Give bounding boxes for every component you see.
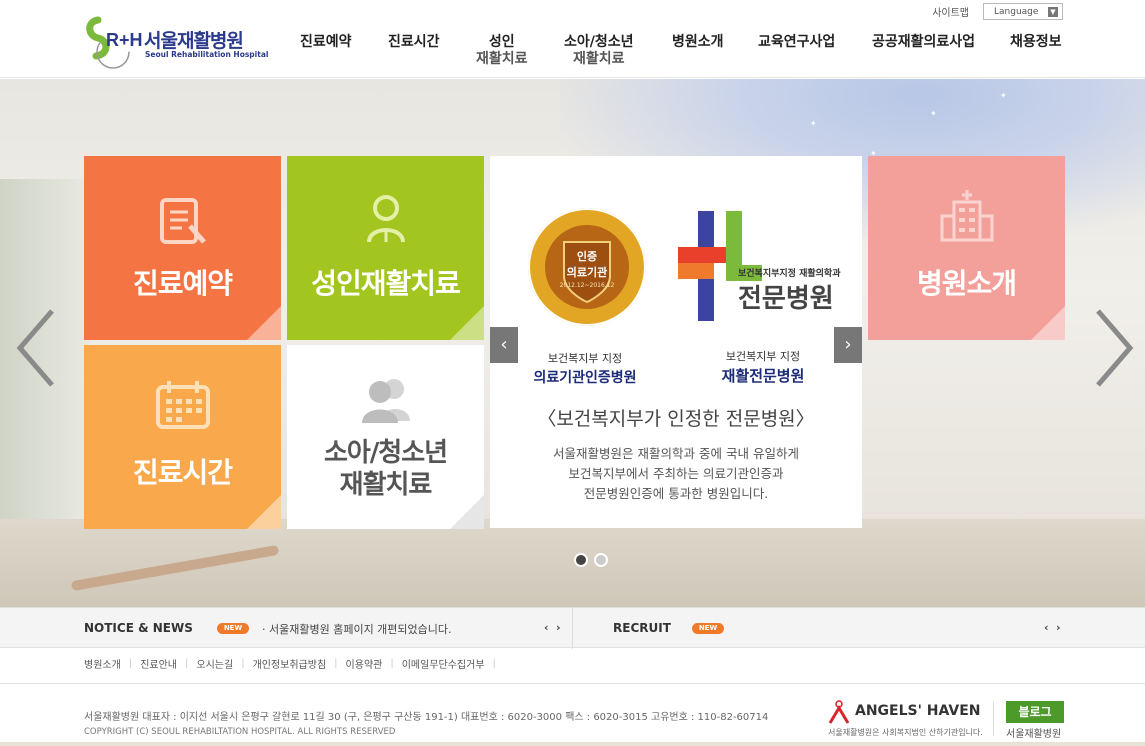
people-icon xyxy=(361,379,410,423)
tile-adult-rehab-label: 성인재활치료 xyxy=(311,267,461,300)
recruit-new-badge: NEW xyxy=(692,623,724,634)
svg-text:R+H: R+H xyxy=(106,30,142,50)
next-slide-icon[interactable] xyxy=(1094,309,1134,387)
nav-reservation[interactable]: 진료예약 xyxy=(300,34,352,51)
banner-prev-button[interactable]: ‹ xyxy=(490,327,518,363)
banner-headline: 〈보건복지부가 인정한 전문병원〉 xyxy=(537,408,815,430)
footer-link-directions[interactable]: 오시는길 xyxy=(188,656,241,671)
main-navigation: 진료예약 진료시간 성인 재활치료 소아/청소년 재활치료 병원소개 교육연구사업 … xyxy=(290,34,1070,74)
blog-button[interactable]: 블로그 xyxy=(1006,701,1064,723)
angels-haven-name: ANGELS' HAVEN xyxy=(855,703,981,719)
chevron-down-icon: ▼ xyxy=(1048,6,1058,17)
tile-reservation[interactable]: 진료예약 xyxy=(84,156,281,340)
utility-menu: 사이트맵 Language ▼ xyxy=(932,3,1063,20)
nav-public-medical[interactable]: 공공재활의료사업 xyxy=(872,34,975,51)
notice-new-badge: NEW xyxy=(217,623,249,634)
language-select[interactable]: Language ▼ xyxy=(983,3,1063,20)
prev-slide-icon[interactable] xyxy=(16,309,56,387)
tile-child-rehab[interactable]: 소아/청소년 재활치료 xyxy=(287,345,484,529)
person-icon xyxy=(366,195,405,243)
recruit-title[interactable]: RECRUIT xyxy=(613,621,671,635)
chevron-right-icon: › xyxy=(844,334,852,355)
star-decoration-icon: ✦ xyxy=(1000,91,1007,100)
right-caption: 보건복지부 지정 xyxy=(725,350,801,363)
recruit-prev-icon[interactable]: ‹ xyxy=(1044,621,1049,634)
star-decoration-icon: ✦ xyxy=(930,109,937,118)
star-decoration-icon: ✦ xyxy=(810,119,817,128)
angel-icon xyxy=(828,700,850,724)
nav-child-rehab[interactable]: 소아/청소년 재활치료 xyxy=(564,34,634,68)
badge-sub-label: 의료기관 xyxy=(566,266,608,279)
slide-indicators xyxy=(574,553,608,567)
tile-adult-rehab[interactable]: 성인재활치료 xyxy=(287,156,484,340)
logo-korean-name: 서울재활병원 xyxy=(144,30,244,52)
footer-link-guide[interactable]: 진료안내 xyxy=(132,656,185,671)
tile-hours-label: 진료시간 xyxy=(132,456,233,489)
footer-links: 병원소개 | 진료안내 | 오시는길 | 개인정보취급방침 | 이용약관 | 이메일무단수… xyxy=(84,656,496,671)
left-caption-bold: 의료기관인증병원 xyxy=(533,370,637,386)
nav-about[interactable]: 병원소개 xyxy=(672,34,724,51)
angels-haven-logo[interactable]: ANGELS' HAVEN 서울재활병원은 사회복지법인 산하기관입니다. xyxy=(828,700,988,740)
badge-label: 인증 xyxy=(576,250,598,263)
footer-info: 서울재활병원 대표자 : 이지선 서울시 은평구 갈현로 11길 30 (구, … xyxy=(84,712,769,723)
tile-about-label: 병원소개 xyxy=(916,267,1017,300)
logo-english-name: Seoul Rehabilitation Hospital xyxy=(145,50,269,59)
footer-link-email-refusal[interactable]: 이메일무단수집거부 xyxy=(394,656,493,671)
hospital-logo[interactable]: R+H 서울재활병원 Seoul Rehabilitation Hospital xyxy=(84,12,268,70)
calendar-icon xyxy=(155,381,210,429)
tile-hours[interactable]: 진료시간 xyxy=(84,345,281,529)
nav-education[interactable]: 교육연구사업 xyxy=(758,34,835,51)
notice-next-icon[interactable]: › xyxy=(556,621,561,634)
angels-haven-sub: 서울재활병원은 사회복지법인 산하기관입니다. xyxy=(828,728,983,737)
certification-banner: 인증 의료기관 2012.12~2016.12 보건복지부지정 재활의학과 전문… xyxy=(490,156,862,528)
recruit-next-icon[interactable]: › xyxy=(1056,621,1061,634)
tile-child-rehab-label: 소아/청소년 재활치료 xyxy=(323,438,448,500)
chevron-left-icon: ‹ xyxy=(500,334,508,355)
footer-link-terms[interactable]: 이용약관 xyxy=(338,656,391,671)
language-label: Language xyxy=(994,6,1039,17)
nav-adult-rehab[interactable]: 성인 재활치료 xyxy=(476,34,528,68)
news-bar: NOTICE & NEWS NEW · 서울재활병원 홈페이지 개편되었습니다.… xyxy=(0,607,1145,649)
footer-copyright: COPYRIGHT (C) SEOUL REHABILTATION HOSPIT… xyxy=(84,727,396,737)
notice-prev-icon[interactable]: ‹ xyxy=(544,621,549,634)
blog-sub-label: 서울재활병원 xyxy=(1006,729,1062,740)
nav-hours[interactable]: 진료시간 xyxy=(388,34,440,51)
sitemap-link[interactable]: 사이트맵 xyxy=(932,4,969,19)
banner-description: 서울재활병원은 재활의학과 중에 국내 유일하게 보건복지부에서 주최하는 의료… xyxy=(553,446,799,501)
logo-mark-icon: R+H xyxy=(86,16,142,69)
site-header: R+H 서울재활병원 Seoul Rehabilitation Hospital… xyxy=(0,0,1145,78)
specialist-big-label: 전문병원 xyxy=(738,284,834,314)
clipboard-icon xyxy=(159,198,206,244)
tile-about[interactable]: 병원소개 xyxy=(868,156,1065,340)
notice-item[interactable]: · 서울재활병원 홈페이지 개편되었습니다. xyxy=(262,621,452,637)
left-caption: 보건복지부 지정 xyxy=(547,352,623,365)
banner-next-button[interactable]: › xyxy=(834,327,862,363)
right-caption-bold: 재활전문병원 xyxy=(721,367,805,385)
badge-years: 2012.12~2016.12 xyxy=(559,282,615,289)
slide-dot-2[interactable] xyxy=(594,553,608,567)
slide-dot-1[interactable] xyxy=(574,553,588,567)
footer-link-about[interactable]: 병원소개 xyxy=(84,656,129,671)
tile-reservation-label: 진료예약 xyxy=(132,267,233,300)
hospital-building-icon xyxy=(940,190,993,242)
notice-news-title[interactable]: NOTICE & NEWS xyxy=(84,621,193,635)
nav-careers[interactable]: 채용정보 xyxy=(1010,34,1062,51)
footer-link-privacy[interactable]: 개인정보취급방침 xyxy=(245,656,335,671)
